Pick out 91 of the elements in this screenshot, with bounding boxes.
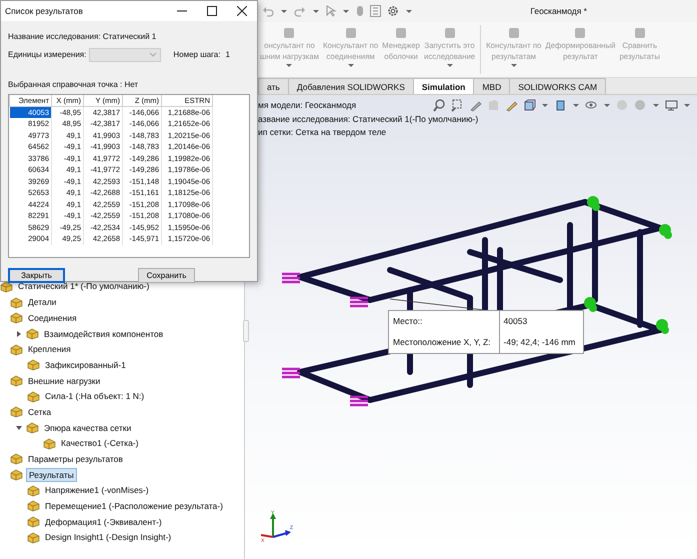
- tree-item[interactable]: Качество1 (-Сетка-): [59, 437, 140, 450]
- tool-icon: [506, 26, 521, 40]
- tree-item[interactable]: Деформация1 (-Эквивалент-): [43, 516, 164, 529]
- window-title: Геосканмодя *: [530, 4, 587, 18]
- tab[interactable]: MBD: [473, 78, 510, 94]
- maximize-icon: [207, 6, 217, 16]
- caret-icon: [346, 62, 355, 69]
- block-icon: [10, 469, 23, 482]
- tab[interactable]: Simulation: [412, 78, 474, 94]
- tab[interactable]: Добавления SOLIDWORKS: [288, 78, 414, 94]
- caret-icon[interactable]: [683, 102, 691, 109]
- caret-icon[interactable]: [572, 102, 580, 109]
- info-text: ип сетки: Сетка на твердом теле: [258, 126, 386, 139]
- caret-icon[interactable]: [405, 8, 413, 14]
- caret-icon: [510, 62, 518, 69]
- tree-item[interactable]: Детали: [26, 296, 58, 309]
- cursor-icon[interactable]: [326, 5, 336, 17]
- dialog-button[interactable]: Закрыть: [8, 268, 65, 283]
- caret-icon: [446, 62, 454, 69]
- block-icon: [10, 296, 23, 309]
- close-icon: [237, 6, 247, 16]
- tool-icon: [344, 26, 358, 40]
- dialog-title: Список результатов: [5, 4, 83, 18]
- tree-item[interactable]: Крепления: [26, 343, 73, 356]
- block-icon: [27, 532, 40, 544]
- block-icon: [27, 516, 40, 528]
- tree-item[interactable]: Сетка: [26, 406, 54, 419]
- collapse-arrow-icon[interactable]: [16, 425, 22, 432]
- reference-point: Выбранная справочная точка : Нет: [8, 79, 140, 91]
- block-icon: [26, 328, 39, 340]
- block-icon: [27, 484, 40, 497]
- tree-item[interactable]: Внешние нагрузки: [26, 374, 102, 388]
- field-label: Номер шага:: [173, 49, 220, 61]
- block-icon: [10, 344, 23, 356]
- block-icon: [10, 453, 23, 466]
- tree-item[interactable]: Design Insight1 (-Design Insight-): [43, 531, 174, 544]
- tree-item[interactable]: Эпюра качества сетки: [42, 422, 134, 434]
- settings-icon[interactable]: [387, 5, 399, 17]
- tool-icon: [632, 26, 647, 40]
- block-icon: [27, 359, 40, 372]
- block-icon: [26, 422, 39, 434]
- tree-item[interactable]: Перемещение1 (-Расположение результата-): [43, 500, 225, 513]
- study-name: Название исследования: Статический 1: [8, 31, 158, 43]
- dialog-button[interactable]: Сохранить: [138, 268, 195, 283]
- tree-item[interactable]: Напряжение1 (-vonMises-): [43, 484, 151, 498]
- caret-icon[interactable]: [603, 102, 611, 109]
- caret-icon[interactable]: [280, 8, 288, 14]
- tool-icon: [573, 26, 588, 40]
- search-icon[interactable]: [433, 99, 446, 112]
- pencil-icon[interactable]: [505, 99, 518, 112]
- block-icon: [10, 312, 23, 324]
- tool-icon: [282, 26, 296, 40]
- probe-label: Местоположение X, Y, Z:: [392, 336, 492, 349]
- monitor-icon[interactable]: [665, 99, 678, 112]
- caret-icon[interactable]: [652, 102, 660, 109]
- tool-icon: [442, 26, 457, 40]
- tree-item[interactable]: Статический 1* (-По умолчанию-): [16, 280, 152, 294]
- tree-item[interactable]: Результаты: [26, 468, 77, 482]
- tab[interactable]: ать: [258, 78, 289, 94]
- block-icon: [10, 374, 23, 387]
- block-icon: [27, 500, 40, 512]
- tree-item[interactable]: Параметры результатов: [26, 453, 125, 466]
- panel-handle[interactable]: [243, 320, 249, 342]
- block-icon: [10, 406, 23, 418]
- cube-icon[interactable]: [554, 99, 567, 112]
- chevron-icon: [149, 52, 158, 58]
- info-text: азвание исследования: Статический 1(-По умолчанию-): [258, 112, 478, 126]
- cube-icon[interactable]: [523, 99, 536, 112]
- tree-item[interactable]: Взаимодействия компонентов: [42, 328, 166, 340]
- tab[interactable]: SOLIDWORKS CAM: [509, 78, 606, 94]
- axis-triad-drawing: [260, 513, 291, 538]
- probe-value: -49; 42,4; -146 mm: [498, 332, 584, 352]
- probe-value: 40053: [498, 311, 584, 332]
- step-value: 1: [225, 49, 230, 61]
- info-text: мя модели: Геосканмодя: [258, 99, 356, 112]
- tree-item[interactable]: Сила-1 (:На объект: 1 N:): [43, 390, 146, 404]
- list-icon[interactable]: [370, 5, 381, 17]
- tree-item[interactable]: Зафиксированный-1: [43, 358, 128, 372]
- block-icon: [43, 438, 56, 450]
- field-label: Единицы измерения:: [8, 49, 86, 61]
- expand-arrow-icon[interactable]: [16, 330, 22, 337]
- caret-icon[interactable]: [541, 102, 549, 109]
- block-icon: [27, 390, 40, 403]
- pencil-icon[interactable]: [469, 99, 482, 112]
- zoom-area-icon[interactable]: [451, 99, 464, 112]
- tool-icon: [394, 26, 408, 40]
- caret-icon[interactable]: [342, 8, 350, 14]
- probe-label: Место::: [392, 315, 424, 328]
- tree-item[interactable]: Соединения: [26, 312, 79, 325]
- caret-icon[interactable]: [312, 8, 320, 14]
- caret-icon: [285, 62, 294, 69]
